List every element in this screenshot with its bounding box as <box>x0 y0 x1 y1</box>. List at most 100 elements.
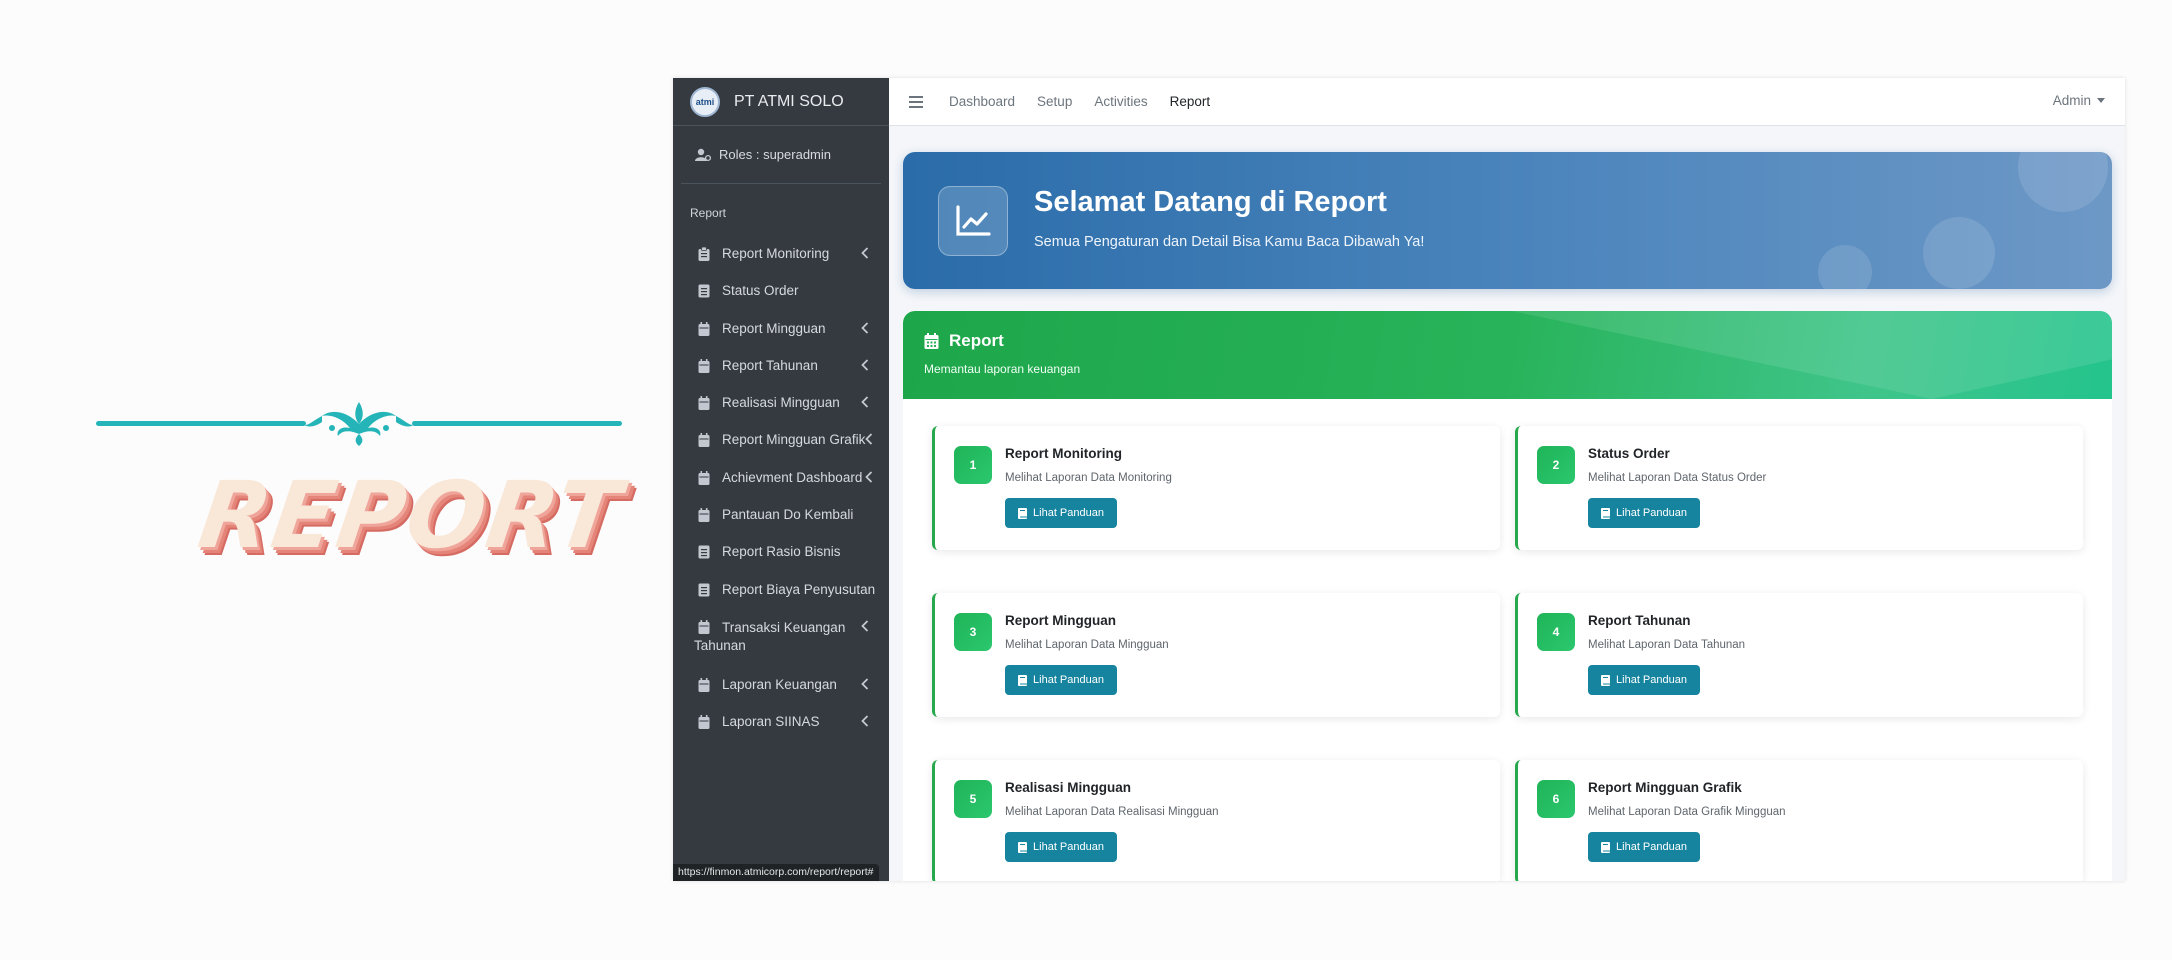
sidebar-item-label: Pantauan Do Kembali <box>722 507 854 523</box>
sidebar-item-report-tahunan[interactable]: Report Tahunan <box>673 348 889 385</box>
report-item-card: 5 Realisasi Mingguan Melihat Laporan Dat… <box>932 760 1500 881</box>
item-number-badge: 4 <box>1537 613 1575 651</box>
report-card-subtitle: Memantau laporan keuangan <box>924 362 1081 376</box>
book-icon <box>1018 507 1028 519</box>
lihat-panduan-button[interactable]: Lihat Panduan <box>1005 498 1117 528</box>
decorative-divider <box>96 398 622 448</box>
lihat-panduan-button[interactable]: Lihat Panduan <box>1588 665 1700 695</box>
calendar-icon <box>698 677 710 692</box>
report-card-title: Report <box>924 331 1004 351</box>
item-title: Report Mingguan <box>1005 613 1116 628</box>
button-label: Lihat Panduan <box>1033 841 1104 853</box>
button-label: Lihat Panduan <box>1616 507 1687 519</box>
sidebar-item-realisasi-mingguan[interactable]: Realisasi Mingguan <box>673 385 889 422</box>
sidebar-item-label: Report Rasio Bisnis <box>722 544 841 560</box>
decor-circle <box>2018 152 2108 212</box>
caret-down-icon <box>2097 98 2105 103</box>
flourish-ornament-icon <box>304 402 414 446</box>
item-title: Realisasi Mingguan <box>1005 780 1132 795</box>
decor-circle <box>1818 245 1872 289</box>
welcome-title: Selamat Datang di Report <box>1034 186 1387 218</box>
user-dropdown[interactable]: Admin <box>2053 93 2105 108</box>
sidebar-item-label: Achievment Dashboard <box>722 469 863 485</box>
calendar-icon <box>698 470 710 485</box>
sidebar-item-laporan-siinas[interactable]: Laporan SIINAS <box>673 704 889 741</box>
document-icon <box>698 284 710 298</box>
sidebar-item-label: Laporan Keuangan <box>722 676 837 692</box>
sidebar-item-label-wrap: Transaksi Keuangan Tahunan <box>694 618 854 655</box>
sidebar-item-label: Report Tahunan <box>722 357 818 373</box>
book-icon <box>1601 674 1611 686</box>
sidebar-menu: Report Monitoring Status Order Report Mi… <box>673 236 889 742</box>
sidebar-item-report-biaya-penyusutan[interactable]: Report Biaya Penyusutan <box>673 572 889 609</box>
nav-link-activities[interactable]: Activities <box>1094 94 1147 109</box>
sidebar-item-pantauan-do-kembali[interactable]: Pantauan Do Kembali <box>673 497 889 534</box>
button-label: Lihat Panduan <box>1616 674 1687 686</box>
sidebar-item-report-mingguan-grafik[interactable]: Report Mingguan Grafik <box>673 422 889 459</box>
lihat-panduan-button[interactable]: Lihat Panduan <box>1588 498 1700 528</box>
book-icon <box>1018 674 1028 686</box>
report-card-title-text: Report <box>949 331 1004 350</box>
chevron-left-icon <box>865 433 873 446</box>
item-description: Melihat Laporan Data Tahunan <box>1588 639 1746 651</box>
item-number-badge: 6 <box>1537 780 1575 818</box>
chevron-left-icon <box>861 678 869 690</box>
top-navbar: Dashboard Setup Activities Report Admin <box>889 78 2125 126</box>
sidebar-item-label: Transaksi Keuangan Tahunan <box>694 619 846 653</box>
nav-link-report[interactable]: Report <box>1170 94 1211 109</box>
user-cog-icon <box>695 148 711 161</box>
sidebar-item-label: Status Order <box>722 283 799 299</box>
calendar-icon <box>698 619 710 634</box>
document-icon <box>698 545 710 559</box>
item-title: Report Mingguan Grafik <box>1588 780 1742 795</box>
item-number-badge: 3 <box>954 613 992 651</box>
item-description: Melihat Laporan Data Monitoring <box>1005 472 1172 484</box>
report-card: Report Memantau laporan keuangan 1 Repor… <box>903 311 2112 881</box>
chevron-left-icon <box>861 715 869 727</box>
report-item-card: 2 Status Order Melihat Laporan Data Stat… <box>1515 426 2083 550</box>
lihat-panduan-button[interactable]: Lihat Panduan <box>1005 832 1117 862</box>
chevron-left-icon <box>861 359 869 371</box>
hamburger-menu-icon[interactable] <box>909 95 923 108</box>
chevron-left-icon <box>861 620 869 632</box>
sidebar-item-report-rasio-bisnis[interactable]: Report Rasio Bisnis <box>673 534 889 571</box>
item-description: Melihat Laporan Data Realisasi Mingguan <box>1005 806 1219 818</box>
lihat-panduan-button[interactable]: Lihat Panduan <box>1005 665 1117 695</box>
lihat-panduan-button[interactable]: Lihat Panduan <box>1588 832 1700 862</box>
brand-name: PT ATMI SOLO <box>734 92 844 110</box>
sidebar-item-achievment-dashboard[interactable]: Achievment Dashboard <box>673 460 889 497</box>
button-label: Lihat Panduan <box>1033 507 1104 519</box>
report-item-card: 3 Report Mingguan Melihat Laporan Data M… <box>932 593 1500 717</box>
sidebar-item-label: Report Mingguan <box>722 320 826 336</box>
report-item-card: 6 Report Mingguan Grafik Melihat Laporan… <box>1515 760 2083 881</box>
sidebar-item-label: Report Monitoring <box>722 246 830 261</box>
nav-link-dashboard[interactable]: Dashboard <box>949 94 1015 109</box>
calendar-icon <box>698 396 710 411</box>
book-icon <box>1601 841 1611 853</box>
calendar-icon <box>698 715 710 730</box>
clipboard-icon <box>698 247 710 261</box>
sidebar-item-laporan-keuangan[interactable]: Laporan Keuangan <box>673 667 889 704</box>
sidebar: atmi PT ATMI SOLO Roles : superadmin Rep… <box>673 78 889 881</box>
decor-circle <box>1923 217 1995 289</box>
browser-status-url: https://finmon.atmicorp.com/report/repor… <box>673 864 879 881</box>
divider-line-right <box>412 421 622 426</box>
calendar-icon <box>698 358 710 373</box>
sidebar-item-report-monitoring[interactable]: Report Monitoring <box>673 236 889 273</box>
item-number-badge: 2 <box>1537 446 1575 484</box>
calendar-icon <box>698 508 710 523</box>
sidebar-item-label: Report Mingguan Grafik <box>722 432 866 448</box>
item-description: Melihat Laporan Data Mingguan <box>1005 639 1169 651</box>
sidebar-item-status-order[interactable]: Status Order <box>673 273 889 310</box>
item-number-badge: 5 <box>954 780 992 818</box>
welcome-banner: Selamat Datang di Report Semua Pengatura… <box>903 152 2112 289</box>
sidebar-item-report-mingguan[interactable]: Report Mingguan <box>673 311 889 348</box>
nav-link-setup[interactable]: Setup <box>1037 94 1072 109</box>
button-label: Lihat Panduan <box>1616 841 1687 853</box>
company-logo-icon: atmi <box>690 86 720 117</box>
item-description: Melihat Laporan Data Grafik Mingguan <box>1588 806 1786 818</box>
welcome-subtitle: Semua Pengaturan dan Detail Bisa Kamu Ba… <box>1034 234 1425 250</box>
brand-link[interactable]: atmi PT ATMI SOLO <box>673 78 889 126</box>
decorative-report-title: REPORT <box>192 462 629 569</box>
sidebar-item-transaksi-keuangan-tahunan[interactable]: Transaksi Keuangan Tahunan <box>673 609 889 667</box>
